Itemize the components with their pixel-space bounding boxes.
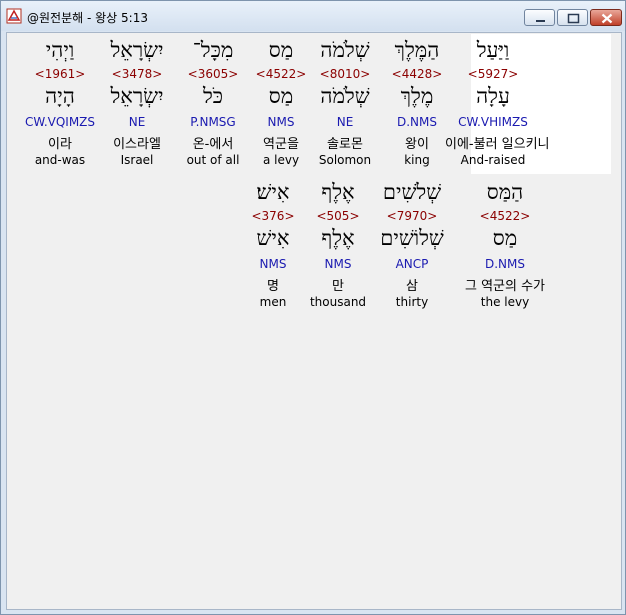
title-bar[interactable]: @원전분해 - 왕상 5:13	[1, 1, 625, 31]
app-icon[interactable]	[6, 8, 22, 24]
english-gloss: men	[259, 295, 287, 309]
korean-gloss: 명	[267, 279, 279, 294]
maximize-icon	[567, 13, 580, 24]
hebrew-word: וַיְהִי	[45, 38, 75, 62]
close-button[interactable]	[590, 9, 622, 26]
strong-number: <1961>	[34, 67, 86, 81]
strong-number: <376>	[251, 209, 295, 223]
hebrew-word: אִישׁ׃	[256, 180, 290, 204]
hebrew-word: הַמַּס	[486, 180, 524, 204]
korean-gloss: 이라	[48, 137, 72, 152]
english-gloss: and-was	[34, 153, 86, 167]
app-window: @원전분해 - 왕상 5:13 וַיַּעַל <5927> עָלָה CW.VH…	[0, 0, 626, 615]
parsing-code: D.NMS	[484, 257, 525, 271]
hebrew-lemma: מַס	[492, 226, 518, 250]
hebrew-lemma: הָיָה	[45, 84, 75, 108]
parsing-code: NMS	[259, 257, 287, 271]
minimize-button[interactable]	[524, 9, 555, 26]
window-title: @원전분해 - 왕상 5:13	[27, 11, 148, 25]
maximize-button[interactable]	[557, 9, 588, 26]
close-icon	[601, 13, 613, 24]
minimize-icon	[536, 20, 545, 22]
interlinear-view[interactable]: וַיַּעַל <5927> עָלָה CW.VHIMZS 이에-불러 일으키니 An…	[6, 32, 622, 610]
english-gloss: the levy	[480, 295, 530, 309]
parsing-code: CW.VQIMZS	[24, 115, 96, 129]
hebrew-lemma: אִישׁ	[256, 226, 290, 250]
korean-gloss: 그 역군의 수가	[464, 279, 546, 294]
strong-number: <4522>	[479, 209, 531, 223]
